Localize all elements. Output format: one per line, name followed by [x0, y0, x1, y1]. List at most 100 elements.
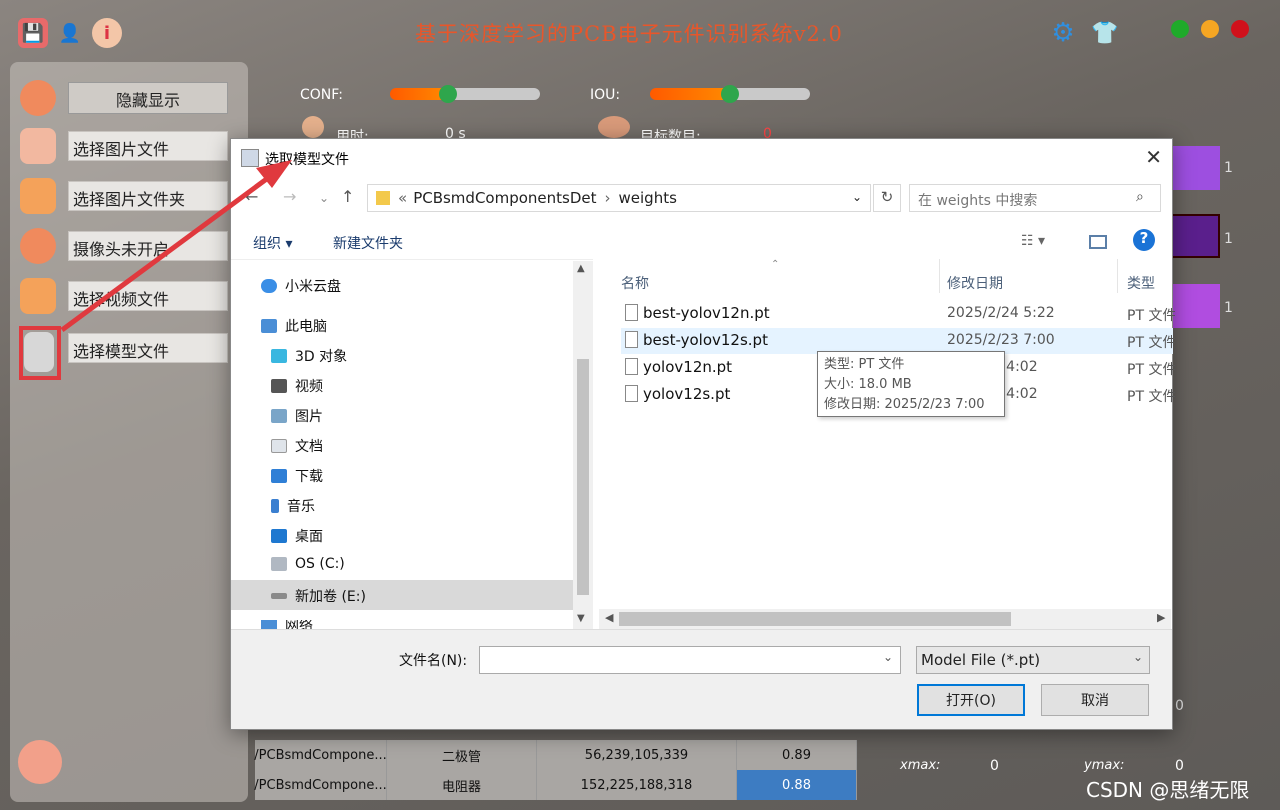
nav-item-3d[interactable]: 3D 对象	[271, 346, 347, 366]
drive-icon	[271, 557, 287, 571]
picture-icon	[271, 409, 287, 423]
search-input[interactable]: 在 weights 中搜索	[909, 184, 1161, 212]
open-button[interactable]: 打开(O)	[917, 684, 1025, 716]
column-header-type[interactable]: 类型	[1127, 273, 1155, 293]
close-icon[interactable]: ✕	[1145, 145, 1162, 169]
dialog-title: 选取模型文件	[265, 152, 349, 168]
timer-icon	[302, 116, 324, 138]
table-cell-class: 二极管	[387, 740, 537, 770]
scroll-right-icon[interactable]: ▶	[1157, 611, 1165, 624]
nav-item-drive-e[interactable]: 新加卷 (E:)	[271, 586, 366, 606]
hide-display-button[interactable]: 隐藏显示	[68, 82, 228, 114]
select-model-button[interactable]: 选择模型文件	[68, 333, 228, 363]
file-row[interactable]: best-yolov12n.pt 2025/2/24 5:22 PT 文件	[621, 301, 1175, 327]
highlight-box	[19, 326, 61, 380]
nav-label: OS (C:)	[295, 556, 345, 572]
file-tooltip: 类型: PT 文件 大小: 18.0 MB 修改日期: 2025/2/23 7:…	[817, 351, 1005, 417]
nav-item-drive-c[interactable]: OS (C:)	[271, 556, 345, 572]
folder-icon[interactable]	[20, 178, 56, 214]
nav-item-pictures[interactable]: 图片	[271, 406, 323, 426]
chevron-down-icon[interactable]: ⌄	[852, 190, 862, 204]
user-icon[interactable]: 👤	[55, 18, 85, 48]
column-divider[interactable]	[1117, 259, 1118, 293]
ymax-label: ymax:	[1084, 758, 1125, 773]
shirt-icon[interactable]: 👕	[1090, 18, 1120, 48]
file-h-scrollbar-thumb[interactable]	[619, 612, 1011, 626]
video-icon[interactable]	[20, 278, 56, 314]
file-type: PT 文件	[1127, 335, 1175, 351]
nav-item-xiaomi-cloud[interactable]: 小米云盘	[261, 276, 341, 296]
address-bar[interactable]: « PCBsmdComponentsDet › weights ⌄	[367, 184, 871, 212]
iou-slider[interactable]	[650, 85, 810, 103]
organize-button[interactable]: 组织 ▾	[253, 233, 292, 253]
refresh-icon[interactable]: ↻	[873, 184, 901, 212]
forward-icon[interactable]: →	[283, 187, 296, 206]
navigation-pane: 小米云盘 此电脑 3D 对象 视频 图片 文档 下载 音乐 桌面 OS (C:)…	[231, 259, 593, 630]
chevron-down-icon[interactable]: ⌄	[319, 191, 329, 205]
filename-input[interactable]	[479, 646, 901, 674]
save-icon[interactable]: 💾	[18, 18, 48, 48]
maximize-dot[interactable]	[1201, 20, 1219, 38]
breadcrumb-seg2[interactable]: weights	[619, 189, 677, 207]
column-header-date[interactable]: 修改日期	[947, 273, 1003, 293]
select-image-folder-button[interactable]: 选择图片文件夹	[68, 181, 228, 211]
nav-label: 下载	[295, 469, 323, 485]
nav-scrollbar-thumb[interactable]	[577, 359, 589, 595]
sort-up-icon: ⌃	[771, 259, 780, 270]
info-icon[interactable]: i	[92, 18, 122, 48]
up-icon[interactable]: ↑	[341, 187, 354, 206]
nav-item-documents[interactable]: 文档	[271, 436, 323, 456]
nav-label: 视频	[295, 379, 323, 395]
results-table: /PCBsmdCompone... 二极管 56,239,105,339 0.8…	[254, 740, 863, 800]
scroll-up-icon[interactable]: ▲	[577, 263, 585, 274]
column-divider[interactable]	[939, 259, 940, 293]
breadcrumb-seg1[interactable]: PCBsmdComponentsDet	[413, 189, 596, 207]
iou-knob[interactable]	[721, 85, 739, 103]
table-row[interactable]: /PCBsmdCompone... 二极管 56,239,105,339 0.8…	[254, 740, 863, 770]
file-type: PT 文件	[1127, 389, 1175, 405]
back-icon[interactable]: ←	[245, 187, 258, 206]
minimize-dot[interactable]	[1171, 20, 1189, 38]
view-options-icon[interactable]: ☷ ▾	[1021, 233, 1045, 249]
image-icon[interactable]	[20, 128, 56, 164]
filetype-select[interactable]: Model File (*.pt)	[916, 646, 1150, 674]
iou-label: IOU:	[590, 87, 621, 103]
chevron-down-icon[interactable]: ⌄	[1133, 650, 1143, 664]
table-cell-coords: 152,225,188,318	[537, 770, 737, 800]
table-row[interactable]: /PCBsmdCompone... 电阻器 152,225,188,318 0.…	[254, 770, 863, 800]
scroll-down-icon[interactable]: ▼	[577, 613, 585, 624]
conf-slider[interactable]	[390, 85, 540, 103]
table-cell-path: /PCBsmdCompone...	[254, 770, 387, 800]
cancel-button[interactable]: 取消	[1041, 684, 1149, 716]
breadcrumb-sep: ›	[604, 189, 611, 207]
class-color-bar-2	[1170, 214, 1220, 258]
drive-icon	[271, 593, 287, 599]
select-image-file-button[interactable]: 选择图片文件	[68, 131, 228, 161]
nav-item-downloads[interactable]: 下载	[271, 466, 323, 486]
new-folder-button[interactable]: 新建文件夹	[333, 233, 403, 253]
nav-item-desktop[interactable]: 桌面	[271, 526, 323, 546]
avatar-icon[interactable]	[18, 740, 62, 784]
document-icon	[271, 439, 287, 453]
nav-label: 文档	[295, 439, 323, 455]
chevron-down-icon[interactable]: ⌄	[883, 650, 893, 664]
help-icon[interactable]: ?	[1133, 229, 1155, 251]
file-name: best-yolov12n.pt	[643, 304, 770, 322]
nav-item-music[interactable]: 音乐	[271, 496, 315, 516]
camera-button[interactable]: 摄像头未开启	[68, 231, 228, 261]
download-icon	[271, 469, 287, 483]
xmax-value: 0	[990, 758, 999, 774]
column-header-name[interactable]: 名称	[621, 273, 649, 293]
gear-icon[interactable]: ⚙	[1048, 18, 1078, 48]
class-color-bar-3	[1170, 284, 1220, 328]
nav-item-videos[interactable]: 视频	[271, 376, 323, 396]
close-dot[interactable]	[1231, 20, 1249, 38]
dialog-app-icon	[241, 149, 259, 167]
search-icon[interactable]: ⌕	[1136, 189, 1144, 205]
menu-icon[interactable]	[20, 80, 56, 116]
preview-pane-icon[interactable]	[1089, 235, 1107, 249]
select-video-button[interactable]: 选择视频文件	[68, 281, 228, 311]
camera-icon[interactable]	[20, 228, 56, 264]
nav-item-this-pc[interactable]: 此电脑	[261, 316, 327, 336]
scroll-left-icon[interactable]: ◀	[605, 611, 613, 624]
